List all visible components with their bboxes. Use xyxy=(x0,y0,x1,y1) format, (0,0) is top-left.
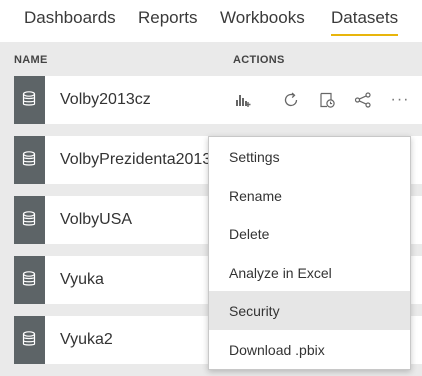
create-report-icon[interactable] xyxy=(231,88,255,112)
database-icon xyxy=(14,316,45,364)
dataset-name[interactable]: Vyuka2 xyxy=(60,331,113,349)
menu-item-label: Analyze in Excel xyxy=(229,264,332,281)
tab-datasets[interactable]: Datasets xyxy=(331,8,399,36)
tab-dashboards[interactable]: Dashboards xyxy=(24,8,116,28)
database-icon xyxy=(14,196,45,244)
table-header: NAME ACTIONS xyxy=(0,42,422,76)
menu-item-rename[interactable]: Rename xyxy=(209,176,410,215)
dataset-name[interactable]: Vyuka xyxy=(60,271,104,289)
dataset-name[interactable]: VolbyPrezidenta2013 xyxy=(60,151,211,169)
share-icon[interactable] xyxy=(351,88,375,112)
menu-item-label: Delete xyxy=(229,226,270,243)
column-header-actions: ACTIONS xyxy=(233,54,285,66)
menu-item-label: Security xyxy=(229,303,280,320)
table-row: Volby2013cz ··· xyxy=(0,76,422,136)
tab-workbooks[interactable]: Workbooks xyxy=(220,8,305,28)
database-icon xyxy=(14,76,45,124)
menu-item-label: Settings xyxy=(229,149,280,165)
content-tabs: Dashboards Reports Workbooks Datasets xyxy=(0,0,422,42)
tab-reports[interactable]: Reports xyxy=(138,8,198,28)
dataset-name[interactable]: VolbyUSA xyxy=(60,211,132,229)
schedule-refresh-icon[interactable] xyxy=(315,88,339,112)
column-header-name: NAME xyxy=(14,54,48,66)
database-icon xyxy=(14,136,45,184)
menu-item-analyze-in-excel[interactable]: Analyze in Excel xyxy=(209,253,410,292)
refresh-icon[interactable] xyxy=(279,88,303,112)
context-menu: Settings Rename Delete Analyze in Excel … xyxy=(208,136,411,370)
menu-item-security[interactable]: Security xyxy=(209,291,410,330)
database-icon xyxy=(14,256,45,304)
menu-item-delete[interactable]: Delete xyxy=(209,214,410,253)
menu-item-label: Rename xyxy=(229,187,282,204)
menu-item-settings[interactable]: Settings xyxy=(209,137,410,176)
dataset-name[interactable]: Volby2013cz xyxy=(60,91,151,109)
more-options-icon[interactable]: ··· xyxy=(388,88,412,112)
menu-item-download-pbix[interactable]: Download .pbix xyxy=(209,330,410,369)
dataset-row-card[interactable]: Volby2013cz ··· xyxy=(14,76,422,124)
menu-item-label: Download .pbix xyxy=(229,342,325,358)
